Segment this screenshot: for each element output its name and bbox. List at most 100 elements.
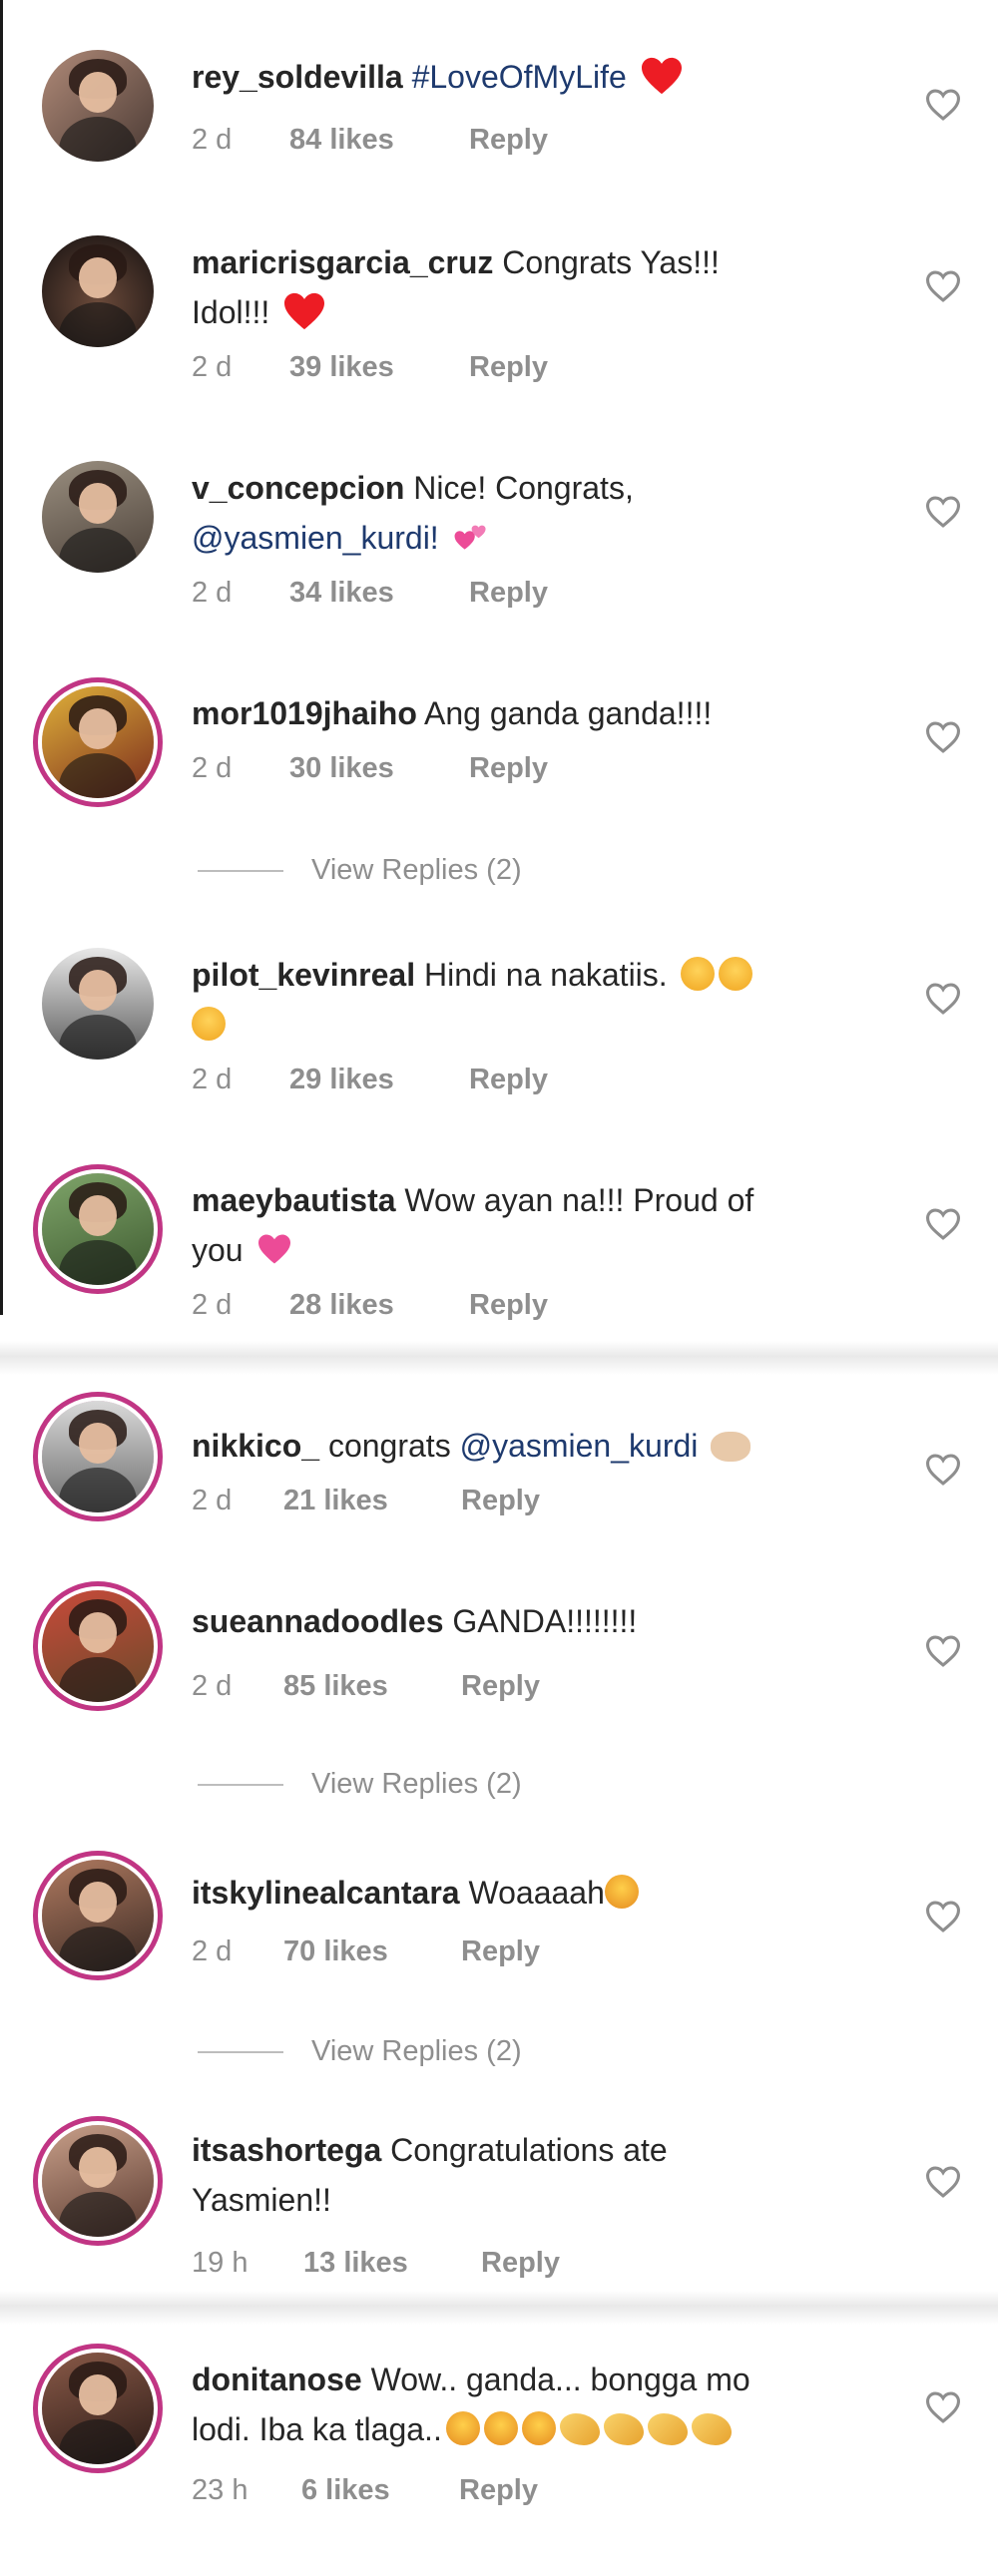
comment-text: sueannadoodles GANDA!!!!!!!! xyxy=(192,1596,890,1646)
username[interactable]: donitanose xyxy=(192,2361,362,2397)
mention-link[interactable]: @yasmien_kurdi xyxy=(460,1428,699,1464)
reply-button[interactable]: Reply xyxy=(481,2247,560,2280)
timestamp: 2 d xyxy=(192,1485,233,1516)
heart-outline-icon[interactable] xyxy=(924,1900,962,1933)
likes-count[interactable]: 6 likes xyxy=(301,2474,390,2507)
heart-outline-icon[interactable] xyxy=(924,982,962,1016)
clapping-hands-emoji-icon xyxy=(691,2413,732,2445)
view-replies-link[interactable]: View Replies (2) xyxy=(198,854,522,887)
reply-button[interactable]: Reply xyxy=(469,752,548,785)
comment-body: congrats xyxy=(327,1428,451,1464)
username[interactable]: v_concepcion xyxy=(192,470,404,506)
red-heart-emoji-icon xyxy=(284,292,325,330)
username[interactable]: mor1019jhaiho xyxy=(192,695,417,731)
username[interactable]: maeybautista xyxy=(192,1182,396,1218)
clapping-hands-emoji-icon xyxy=(603,2413,644,2445)
avatar[interactable] xyxy=(42,1590,154,1702)
reply-button[interactable]: Reply xyxy=(461,1670,540,1703)
reply-button[interactable]: Reply xyxy=(469,1289,548,1322)
avatar[interactable] xyxy=(42,1401,154,1512)
reply-button[interactable]: Reply xyxy=(469,351,548,384)
view-replies-link[interactable]: View Replies (2) xyxy=(198,2035,522,2068)
hashtag[interactable]: #LoveOfMyLife xyxy=(412,59,627,95)
comment-body: Hindi na nakatiis. xyxy=(423,957,668,993)
likes-count[interactable]: 39 likes xyxy=(289,351,394,384)
reply-button[interactable]: Reply xyxy=(469,124,548,157)
clapping-hands-emoji-icon xyxy=(559,2413,600,2445)
comment-body-line2: Idol!!! xyxy=(192,294,270,330)
reply-button[interactable]: Reply xyxy=(469,1064,548,1096)
username[interactable]: itskylinealcantara xyxy=(192,1875,460,1911)
replies-divider-line xyxy=(198,2051,283,2054)
red-heart-emoji-icon xyxy=(641,57,682,95)
comment-text: rey_soldevilla #LoveOfMyLife xyxy=(192,52,890,102)
avatar[interactable] xyxy=(42,686,154,798)
avatar[interactable] xyxy=(42,461,154,573)
comment-text: maricrisgarcia_cruz Congrats Yas!!! Idol… xyxy=(192,237,890,337)
pink-heart-emoji-icon xyxy=(258,1234,291,1264)
likes-count[interactable]: 85 likes xyxy=(283,1670,388,1703)
heart-outline-icon[interactable] xyxy=(924,720,962,754)
username[interactable]: rey_soldevilla xyxy=(192,59,403,95)
heart-outline-icon[interactable] xyxy=(924,1207,962,1241)
comment-text: nikkico_ congrats @yasmien_kurdi xyxy=(192,1421,890,1471)
reply-button[interactable]: Reply xyxy=(461,1485,540,1517)
username[interactable]: itsashortega xyxy=(192,2132,381,2168)
smiling-face-emoji-icon xyxy=(521,2411,556,2445)
comment-body: Wow ayan na!!! Proud of xyxy=(404,1182,754,1218)
smiling-face-emoji-icon xyxy=(445,2411,480,2445)
username[interactable]: pilot_kevinreal xyxy=(192,957,415,993)
replies-divider-line xyxy=(198,1784,283,1787)
avatar[interactable] xyxy=(42,1173,154,1285)
likes-count[interactable]: 34 likes xyxy=(289,577,394,610)
timestamp: 19 h xyxy=(192,2247,249,2279)
heart-outline-icon[interactable] xyxy=(924,1634,962,1668)
view-replies-label: View Replies (2) xyxy=(311,1768,522,1800)
timestamp: 2 d xyxy=(192,351,233,383)
smiling-face-emoji-icon xyxy=(483,2411,518,2445)
timestamp: 2 d xyxy=(192,1064,233,1095)
likes-count[interactable]: 13 likes xyxy=(303,2247,408,2280)
comment-text: v_concepcion Nice! Congrats, @yasmien_ku… xyxy=(192,463,890,563)
timestamp: 2 d xyxy=(192,124,233,156)
timestamp: 2 d xyxy=(192,1670,233,1702)
heart-eyes-emoji-icon xyxy=(604,1875,639,1909)
comment-body-line2: you xyxy=(192,1232,244,1268)
timestamp: 2 d xyxy=(192,752,233,784)
avatar[interactable] xyxy=(42,2353,154,2464)
likes-count[interactable]: 21 likes xyxy=(283,1485,388,1517)
heart-outline-icon[interactable] xyxy=(924,269,962,303)
comment-body: Wow.. ganda... bongga mo xyxy=(370,2361,750,2397)
heart-outline-icon[interactable] xyxy=(924,88,962,122)
timestamp: 2 d xyxy=(192,1935,233,1967)
username[interactable]: sueannadoodles xyxy=(192,1603,444,1639)
username[interactable]: maricrisgarcia_cruz xyxy=(192,244,493,280)
comment-body-line2: Yasmien!! xyxy=(192,2182,331,2218)
comment-text: pilot_kevinreal Hindi na nakatiis. xyxy=(192,950,890,1050)
avatar[interactable] xyxy=(42,235,154,347)
grinning-sweat-emoji-icon xyxy=(192,1007,226,1041)
avatar[interactable] xyxy=(42,50,154,162)
heart-outline-icon[interactable] xyxy=(924,2390,962,2424)
likes-count[interactable]: 84 likes xyxy=(289,124,394,157)
avatar[interactable] xyxy=(42,948,154,1060)
likes-count[interactable]: 70 likes xyxy=(283,1935,388,1968)
two-hearts-emoji-icon xyxy=(454,525,486,550)
view-replies-link[interactable]: View Replies (2) xyxy=(198,1768,522,1801)
heart-outline-icon[interactable] xyxy=(924,1453,962,1487)
likes-count[interactable]: 29 likes xyxy=(289,1064,394,1096)
reply-button[interactable]: Reply xyxy=(461,1935,540,1968)
reply-button[interactable]: Reply xyxy=(459,2474,538,2507)
likes-count[interactable]: 28 likes xyxy=(289,1289,394,1322)
comment-body: Nice! Congrats, xyxy=(413,470,634,506)
username[interactable]: nikkico_ xyxy=(192,1428,319,1464)
avatar[interactable] xyxy=(42,2125,154,2237)
mention-link[interactable]: @yasmien_kurdi! xyxy=(192,520,439,556)
heart-outline-icon[interactable] xyxy=(924,2165,962,2199)
comment-body: GANDA!!!!!!!! xyxy=(452,1603,638,1639)
avatar[interactable] xyxy=(42,1860,154,1971)
heart-outline-icon[interactable] xyxy=(924,495,962,529)
reply-button[interactable]: Reply xyxy=(469,577,548,610)
likes-count[interactable]: 30 likes xyxy=(289,752,394,785)
comment-body: Congratulations ate xyxy=(390,2132,668,2168)
